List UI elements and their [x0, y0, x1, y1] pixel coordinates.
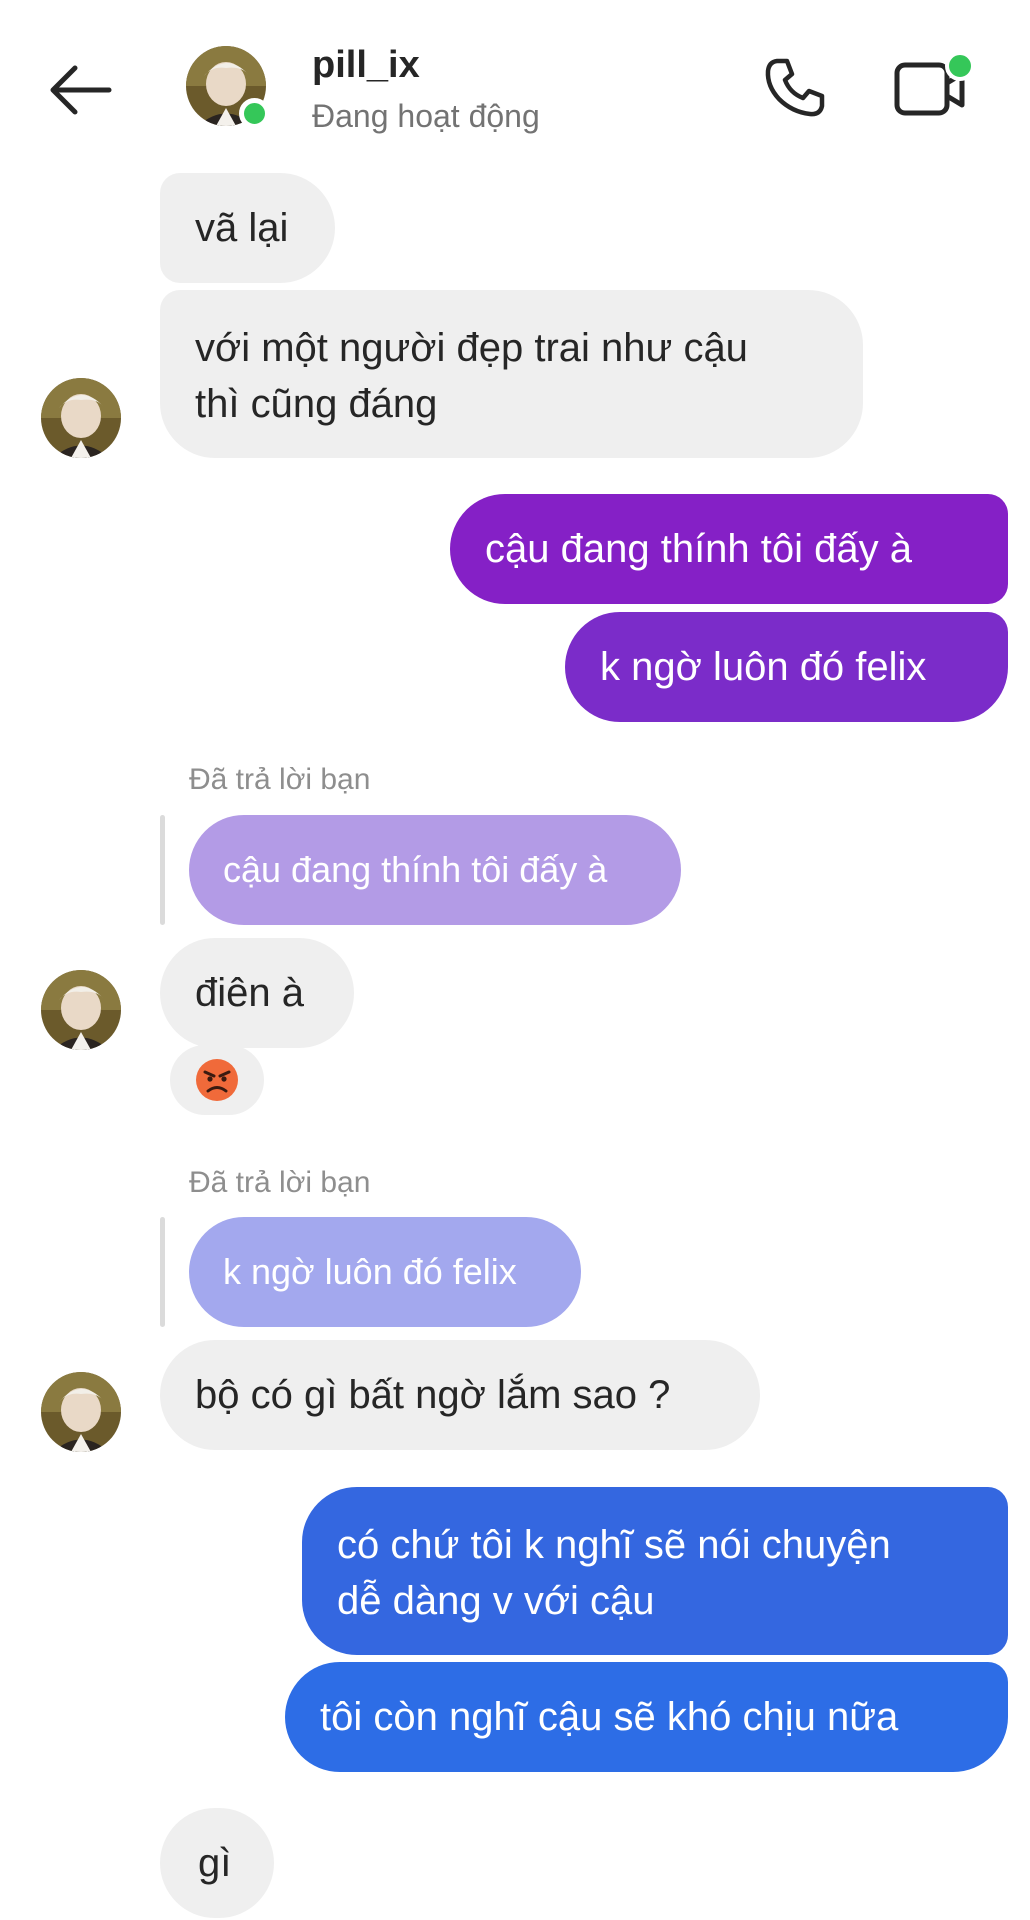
reply-label: Đã trả lời bạn — [189, 763, 371, 796]
incoming-message[interactable]: điên à — [160, 938, 354, 1048]
chat-header: pill_ix Đang hoạt động — [0, 0, 1030, 170]
message-text-line: với một người đẹp trai như cậu — [195, 326, 748, 370]
message-text: điên à — [195, 971, 304, 1015]
outgoing-message[interactable]: tôi còn nghĩ cậu sẽ khó chịu nữa — [285, 1662, 1008, 1772]
incoming-message[interactable]: với một người đẹp trai như cậu thì cũng … — [160, 290, 863, 458]
message-text: k ngờ luôn đó felix — [600, 645, 927, 689]
angry-face-icon — [196, 1059, 238, 1101]
outgoing-message[interactable]: cậu đang thính tôi đấy à — [450, 494, 1008, 604]
reply-indicator-bar — [160, 815, 165, 925]
incoming-message[interactable]: vã lại — [160, 173, 335, 283]
quoted-message[interactable]: k ngờ luôn đó felix — [189, 1217, 581, 1327]
sender-avatar[interactable] — [41, 970, 121, 1050]
reply-label: Đã trả lời bạn — [189, 1166, 371, 1199]
voice-call-button[interactable] — [755, 48, 835, 128]
quoted-text: k ngờ luôn đó felix — [223, 1251, 517, 1292]
message-text: bộ có gì bất ngờ lắm sao ? — [195, 1373, 671, 1417]
outgoing-message[interactable]: có chứ tôi k nghĩ sẽ nói chuyện dễ dàng … — [302, 1487, 1008, 1655]
sender-avatar[interactable] — [41, 378, 121, 458]
outgoing-message[interactable]: k ngờ luôn đó felix — [565, 612, 1008, 722]
video-online-dot — [945, 51, 975, 81]
emoji-reaction[interactable]: 😡 — [170, 1045, 264, 1115]
message-text: gì — [198, 1841, 232, 1885]
quoted-text: cậu đang thính tôi đấy à — [223, 849, 608, 890]
incoming-message[interactable]: bộ có gì bất ngờ lắm sao ? — [160, 1340, 760, 1450]
message-text: vã lại — [195, 206, 289, 250]
sender-avatar[interactable] — [41, 1372, 121, 1452]
message-text-line: thì cũng đáng — [195, 382, 438, 426]
contact-active-status: Đang hoạt động — [312, 98, 540, 134]
incoming-message[interactable]: gì — [160, 1808, 274, 1918]
message-text-line: có chứ tôi k nghĩ sẽ nói chuyện — [337, 1523, 891, 1567]
contact-username[interactable]: pill_ix — [312, 44, 420, 87]
back-button[interactable] — [40, 55, 120, 125]
reply-indicator-bar — [160, 1217, 165, 1327]
online-status-dot — [239, 98, 270, 129]
video-call-button[interactable] — [890, 48, 975, 128]
back-arrow-icon — [50, 65, 112, 115]
message-text-line: dễ dàng v với cậu — [337, 1579, 655, 1623]
phone-icon — [765, 58, 825, 117]
message-text: tôi còn nghĩ cậu sẽ khó chịu nữa — [320, 1695, 899, 1739]
message-text: cậu đang thính tôi đấy à — [485, 527, 912, 571]
header-avatar[interactable] — [186, 46, 270, 129]
quoted-message[interactable]: cậu đang thính tôi đấy à — [189, 815, 681, 925]
